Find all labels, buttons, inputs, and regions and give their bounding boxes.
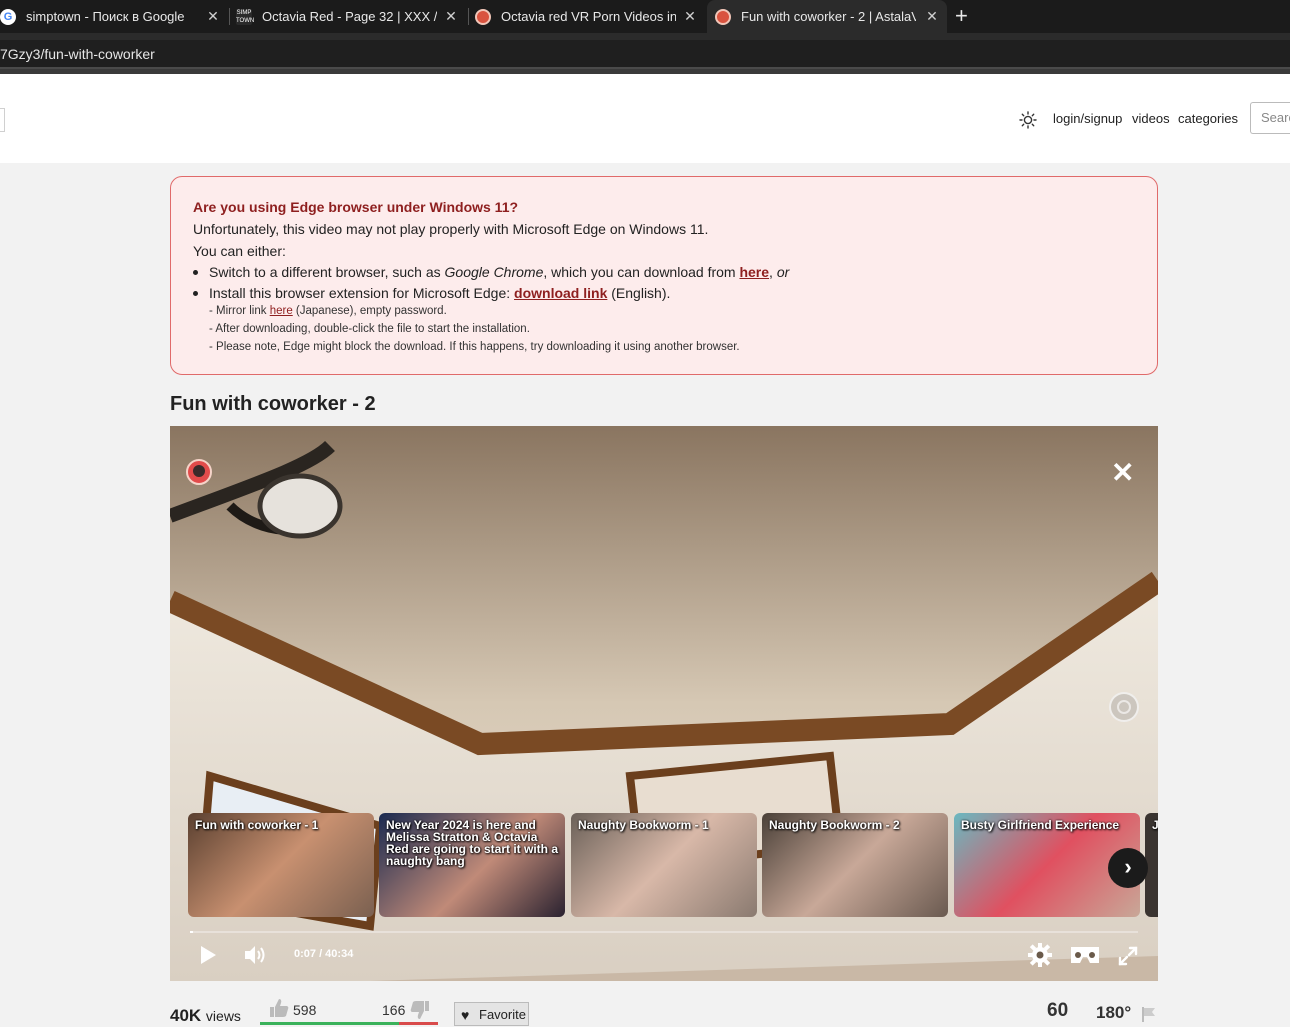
bullet bbox=[193, 291, 198, 296]
related-video-title: Fun with coworker - 1 bbox=[195, 818, 319, 832]
tab-title: Fun with coworker - 2 | AstalaVR, bbox=[741, 9, 916, 24]
tab-title: Octavia red VR Porn Videos in Mi bbox=[501, 9, 676, 24]
related-video-title: Busty Girlfriend Experience bbox=[961, 818, 1120, 832]
alert-note-1: - Mirror link here (Japanese), empty pas… bbox=[209, 305, 447, 317]
tab-divider bbox=[468, 8, 469, 25]
video-player[interactable]: ✕ Fun with coworker - 1 New Year 2024 is… bbox=[170, 426, 1158, 981]
close-icon[interactable]: ✕ bbox=[1111, 459, 1134, 487]
address-bar[interactable]: 7Gzy3/fun-with-coworker bbox=[0, 40, 1290, 69]
nav-videos[interactable]: videos bbox=[1132, 111, 1170, 126]
views-number: 40K bbox=[170, 1006, 202, 1025]
favorite-label: Favorite bbox=[479, 1007, 526, 1022]
astala-icon bbox=[715, 8, 731, 25]
alert-heading: Are you using Edge browser under Windows… bbox=[193, 199, 519, 215]
related-video-thumb[interactable]: Naughty Bookworm - 2 bbox=[762, 813, 948, 917]
bullet bbox=[193, 270, 198, 275]
close-tab-icon[interactable]: ✕ bbox=[444, 9, 458, 23]
thumbs-down-icon[interactable] bbox=[409, 1000, 431, 1020]
related-video-title: Naughty Bookworm - 1 bbox=[578, 818, 709, 832]
edge-warning-alert: Are you using Edge browser under Windows… bbox=[170, 176, 1158, 375]
browser-tab-2[interactable]: SIMPTOWN Octavia Red - Page 32 | XXX / P… bbox=[236, 0, 466, 33]
search-box[interactable] bbox=[1250, 102, 1290, 134]
tab-divider bbox=[229, 8, 230, 25]
astala-icon bbox=[475, 8, 491, 25]
chevron-right-icon[interactable]: › bbox=[1108, 848, 1148, 888]
close-tab-icon[interactable]: ✕ bbox=[683, 9, 697, 23]
thumbs-up-icon[interactable] bbox=[268, 998, 290, 1018]
browser-tab-4-active[interactable]: Fun with coworker - 2 | AstalaVR, ✕ bbox=[707, 0, 947, 33]
fps-value: 60 bbox=[1047, 1000, 1069, 1021]
tab-title: Octavia Red - Page 32 | XXX / Porn bbox=[262, 9, 437, 24]
views-label: views bbox=[205, 1008, 241, 1024]
likes-count: 598 bbox=[293, 1002, 317, 1018]
alert-text: You can either: bbox=[193, 243, 286, 259]
close-tab-icon[interactable]: ✕ bbox=[925, 9, 939, 23]
progress-fill bbox=[190, 931, 193, 933]
dislikes-count: 166 bbox=[382, 1002, 406, 1018]
alert-text: Unfortunately, this video may not play p… bbox=[193, 221, 709, 237]
time-display: 0:07 / 40:34 bbox=[294, 948, 354, 960]
text: (Japanese), empty password. bbox=[292, 305, 447, 317]
alert-note-3: - Please note, Edge might block the down… bbox=[209, 341, 740, 353]
text: , which you can download from bbox=[543, 264, 740, 280]
related-video-title: J bbox=[1152, 818, 1158, 832]
like-ratio-bar bbox=[260, 1022, 438, 1025]
volume-icon[interactable] bbox=[243, 944, 267, 966]
browser-tab-1[interactable]: G simptown - Поиск в Google ✕ bbox=[0, 0, 228, 33]
browser-tab-bar: G simptown - Поиск в Google ✕ SIMP TOWN O… bbox=[0, 0, 1290, 33]
text: or bbox=[776, 264, 790, 280]
views-count: 40K views bbox=[170, 1006, 241, 1026]
new-tab-button[interactable]: + bbox=[955, 4, 968, 28]
related-video-thumb[interactable]: New Year 2024 is here and Melissa Stratt… bbox=[379, 813, 565, 917]
google-icon: G bbox=[0, 8, 16, 25]
text: Install this browser extension for Micro… bbox=[209, 285, 515, 301]
mirror-link[interactable]: here bbox=[270, 305, 293, 317]
nav-login-signup[interactable]: login/signup bbox=[1053, 111, 1122, 126]
chrome-download-link[interactable]: here bbox=[739, 264, 769, 280]
text: - Mirror link bbox=[209, 305, 270, 317]
related-video-title: Naughty Bookworm - 2 bbox=[769, 818, 900, 832]
degrees-badge: 180° bbox=[1096, 1003, 1132, 1022]
search-input[interactable] bbox=[1251, 103, 1290, 131]
site-logo-badge bbox=[186, 459, 212, 485]
vr-headset-icon[interactable] bbox=[1070, 945, 1100, 965]
related-video-thumb[interactable]: Fun with coworker - 1 bbox=[188, 813, 374, 917]
fullscreen-icon[interactable] bbox=[1118, 946, 1138, 966]
related-video-thumb[interactable]: Naughty Bookworm - 1 bbox=[571, 813, 757, 917]
header-left-element[interactable] bbox=[0, 108, 5, 132]
nav-categories[interactable]: categories bbox=[1178, 111, 1238, 126]
sun-icon[interactable] bbox=[1019, 111, 1037, 129]
close-tab-icon[interactable]: ✕ bbox=[206, 9, 220, 23]
text: , bbox=[769, 264, 777, 280]
text: Google Chrome bbox=[444, 264, 544, 280]
tab-title: simptown - Поиск в Google bbox=[26, 9, 185, 24]
settings-gear-icon[interactable] bbox=[1027, 942, 1053, 968]
video-title: Fun with coworker - 2 bbox=[170, 393, 376, 415]
favorite-button[interactable]: ♥ Favorite bbox=[454, 1002, 529, 1026]
flag-icon[interactable] bbox=[1141, 1006, 1157, 1022]
alert-list-item-2: Install this browser extension for Micro… bbox=[209, 285, 670, 301]
browser-tab-3[interactable]: Octavia red VR Porn Videos in Mi ✕ bbox=[475, 0, 705, 33]
fps-badge: 60 bbox=[1047, 1000, 1068, 1022]
recenter-icon[interactable] bbox=[1109, 692, 1139, 722]
text: (English). bbox=[607, 285, 671, 301]
text: Switch to a different browser, such as bbox=[209, 264, 445, 280]
alert-list-item-1: Switch to a different browser, such as G… bbox=[209, 264, 789, 280]
extension-download-link[interactable]: download link bbox=[514, 285, 607, 301]
progress-bar[interactable] bbox=[190, 931, 1138, 933]
like-ratio-fill bbox=[260, 1022, 399, 1025]
simptown-icon: SIMP TOWN bbox=[236, 8, 255, 25]
alert-note-2: - After downloading, double-click the fi… bbox=[209, 323, 530, 335]
related-video-title: New Year 2024 is here and Melissa Stratt… bbox=[386, 818, 559, 868]
play-icon[interactable] bbox=[198, 945, 218, 965]
heart-icon: ♥ bbox=[461, 1007, 470, 1023]
url-text[interactable]: 7Gzy3/fun-with-coworker bbox=[0, 46, 155, 62]
